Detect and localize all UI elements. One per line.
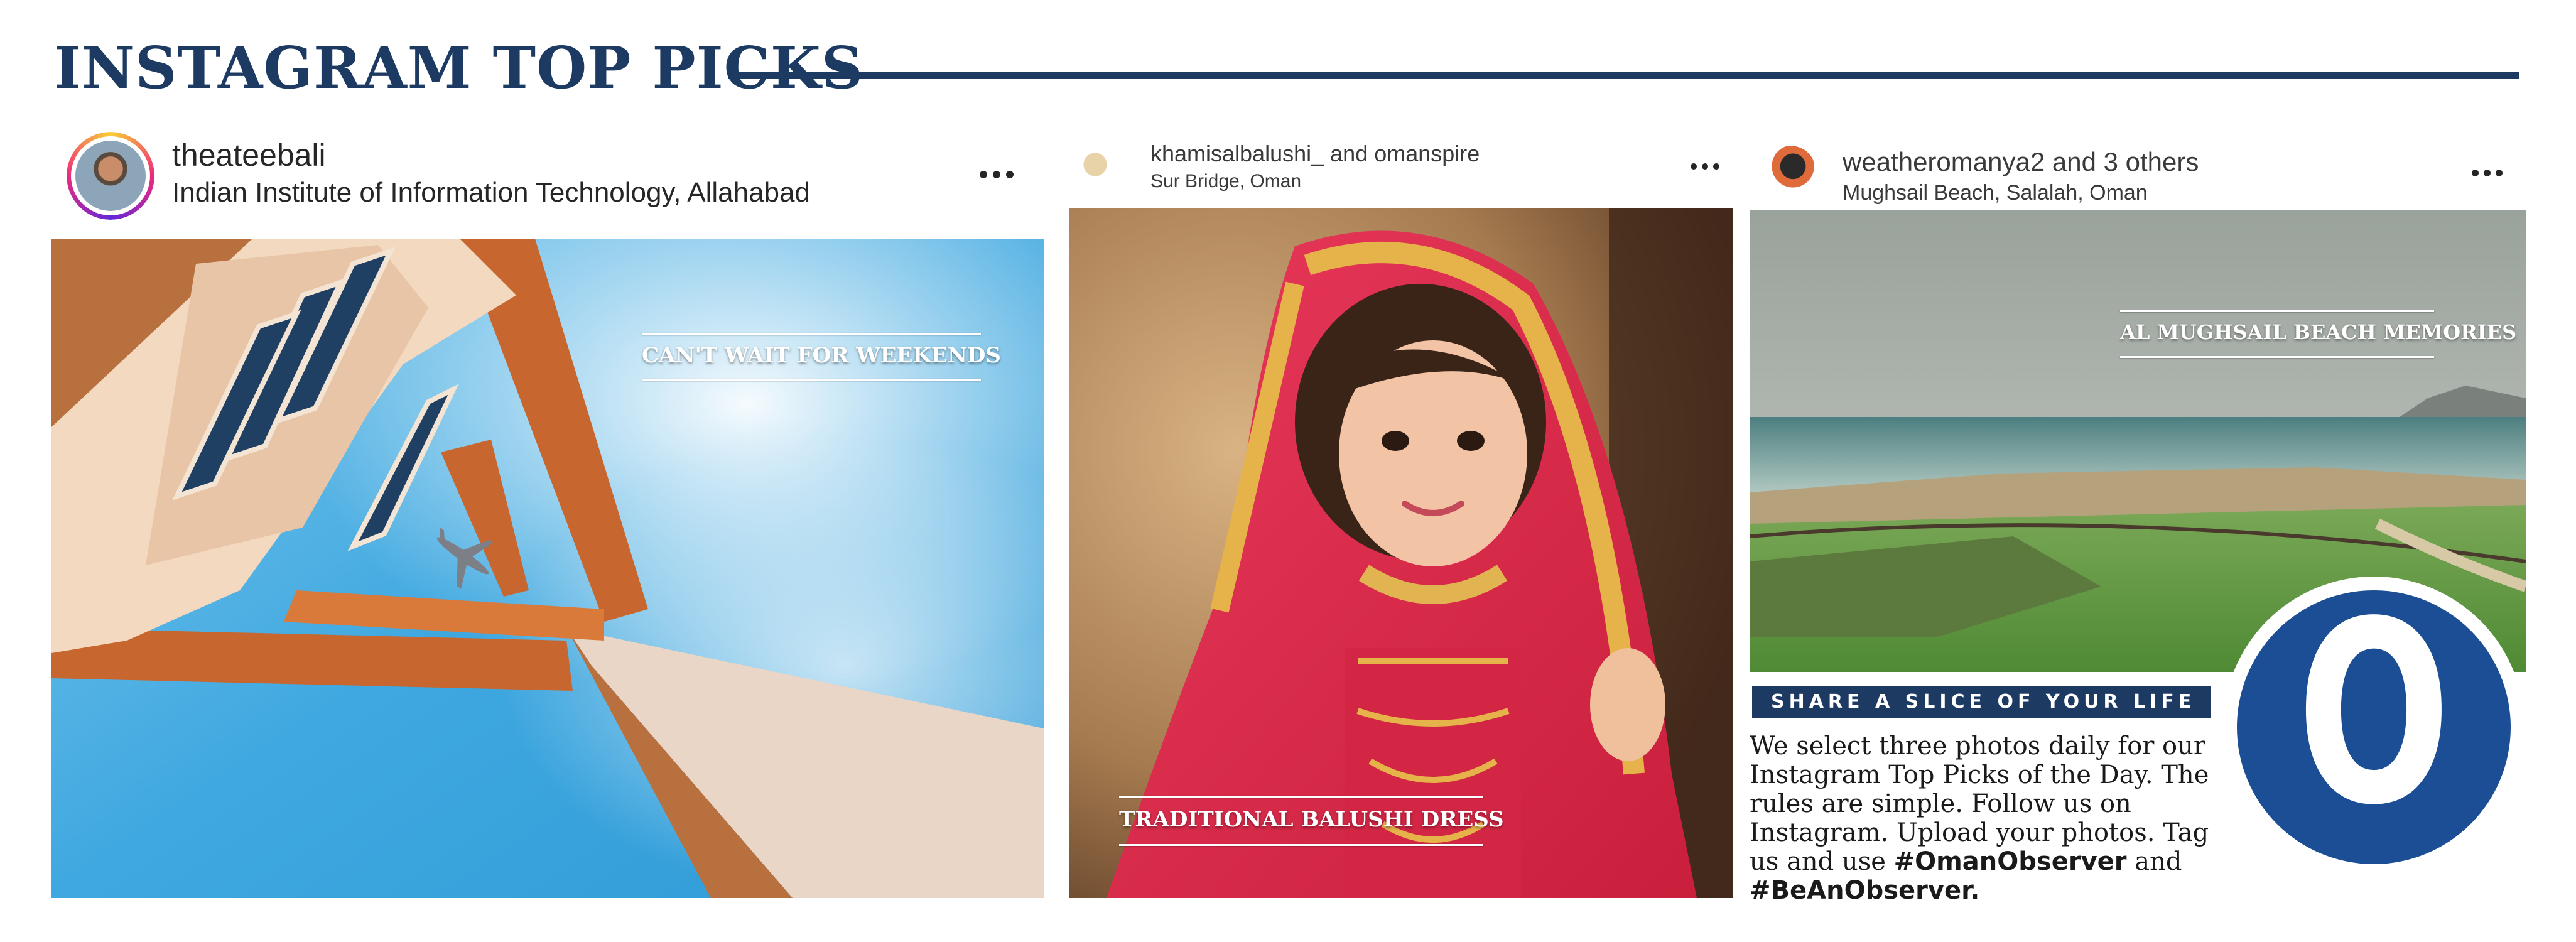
post-card-2: khamisalbalushi_ and omanspire Sur Bridg…: [1069, 119, 1734, 901]
post-username[interactable]: weatheromanya2 and 3 others: [1843, 147, 2199, 177]
photo-caption: CAN'T WAIT FOR WEEKENDS: [642, 333, 1001, 381]
page: INSTAGRAM TOP PICKS theateebali Indian I…: [0, 0, 2576, 942]
page-title: INSTAGRAM TOP PICKS: [54, 34, 864, 102]
post-username[interactable]: khamisalbalushi_ and omanspire: [1150, 141, 1480, 167]
oman-observer-logo: O: [2223, 577, 2525, 878]
post-photo[interactable]: CAN'T WAIT FOR WEEKENDS: [51, 239, 1044, 898]
avatar-icon[interactable]: [1765, 146, 1816, 197]
avatar-icon[interactable]: [67, 132, 154, 220]
post-username[interactable]: theateebali: [172, 137, 326, 173]
avatar-icon[interactable]: [1075, 144, 1115, 185]
post-location[interactable]: Sur Bridge, Oman: [1150, 171, 1301, 192]
post-photo[interactable]: TRADITIONAL BALUSHI DRESS: [1069, 208, 1733, 898]
hashtag-be-an-observer[interactable]: #BeAnObserver.: [1750, 876, 1979, 905]
post-location[interactable]: Indian Institute of Information Technolo…: [172, 177, 810, 208]
more-options-icon[interactable]: [1691, 163, 1724, 172]
header-divider: [728, 72, 2519, 79]
more-options-icon[interactable]: [2472, 170, 2506, 178]
more-options-icon[interactable]: [980, 171, 1014, 180]
post-location[interactable]: Mughsail Beach, Salalah, Oman: [1843, 181, 2148, 205]
photo-girl-red-dress: [1069, 208, 1733, 898]
share-description: We select three photos daily for our Ins…: [1750, 732, 2209, 905]
logo-letter: O: [2297, 568, 2451, 860]
share-banner: SHARE A SLICE OF YOUR LIFE: [1752, 686, 2211, 718]
post-card-1: theateebali Indian Institute of Informat…: [51, 119, 1044, 898]
photo-caption: TRADITIONAL BALUSHI DRESS: [1119, 796, 1504, 846]
photo-caption: AL MUGHSAIL BEACH MEMORIES: [2120, 310, 2516, 358]
hashtag-oman-observer[interactable]: #OmanObserver: [1894, 847, 2127, 876]
